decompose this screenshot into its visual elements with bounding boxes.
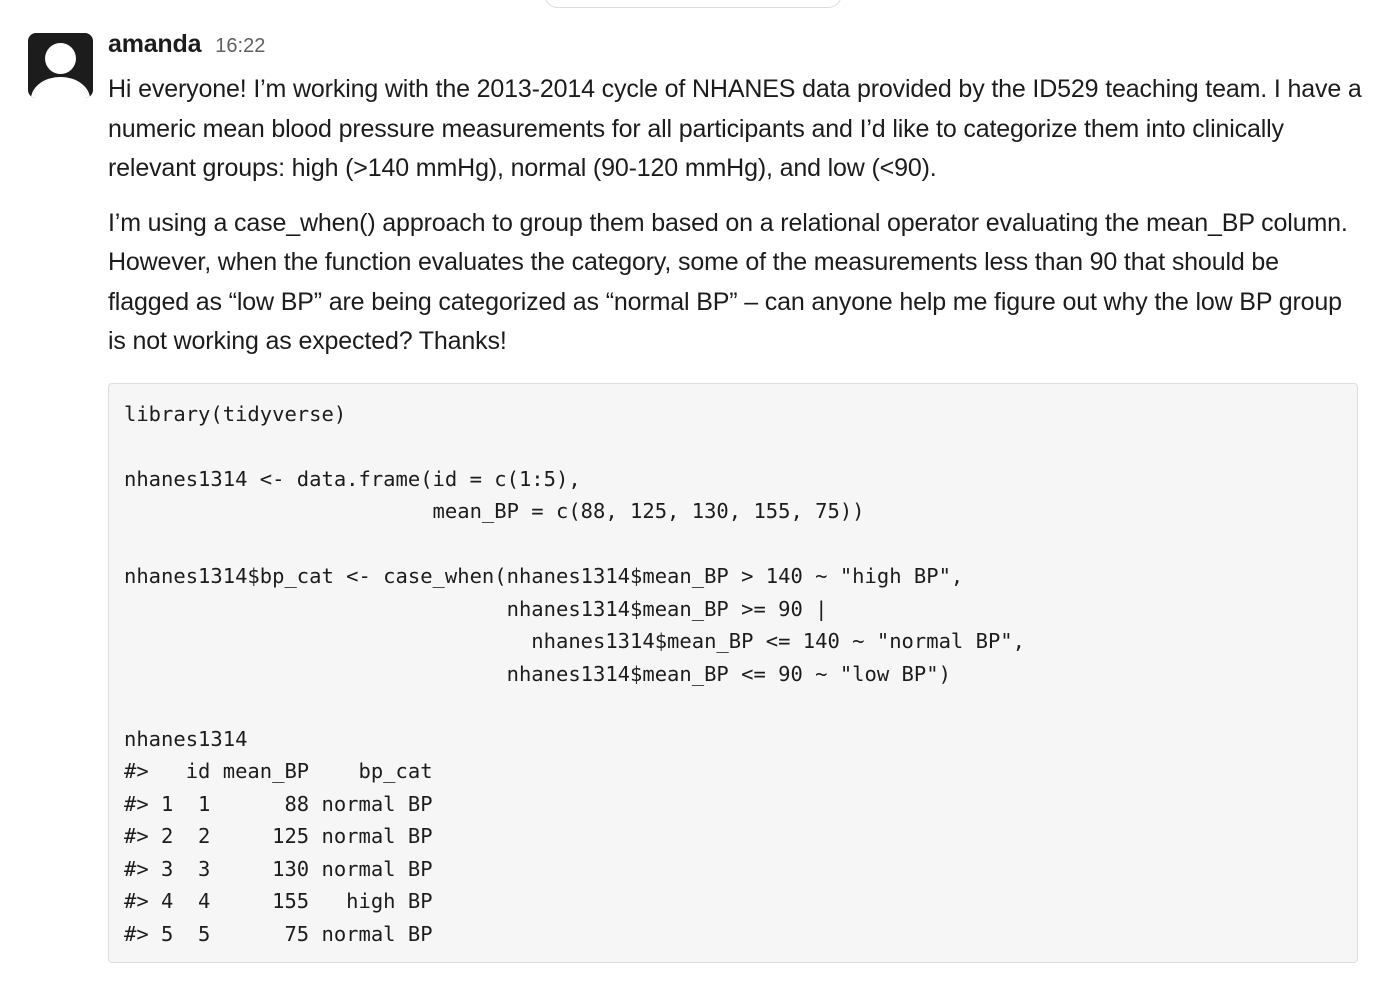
message-paragraph: I’m using a case_when() approach to grou…: [108, 208, 1348, 356]
message: amanda 16:22 Hi everyone! I’m working wi…: [108, 26, 1366, 963]
date-divider-pill[interactable]: [544, 0, 842, 8]
code-line: nhanes1314$mean_BP <= 90 ~ "low BP"): [124, 661, 951, 686]
message-timestamp[interactable]: 16:22: [215, 35, 265, 58]
code-line: #> 1 1 88 normal BP: [124, 791, 433, 816]
code-line: #> 3 3 130 normal BP: [124, 856, 433, 881]
code-line: #> 4 4 155 high BP: [124, 889, 433, 913]
avatar-shoulders-shape: [31, 77, 90, 98]
author-name[interactable]: amanda: [108, 30, 201, 59]
code-line: nhanes1314 <- data.frame(id = c(1:5),: [124, 466, 581, 491]
code-line: mean_BP = c(88, 125, 130, 155, 75)): [124, 499, 865, 523]
code-line: nhanes1314$bp_cat <- case_when(nhanes131…: [124, 564, 964, 588]
code-line: library(tidyverse): [124, 401, 347, 426]
code-line: #> id mean_BP bp_cat: [124, 759, 433, 783]
message-paragraph: Hi everyone! I’m working with the 2013-2…: [108, 75, 1362, 182]
code-line: nhanes1314$mean_BP <= 140 ~ "normal BP",: [124, 629, 1025, 653]
code-line: #> 2 2 125 normal BP: [124, 824, 433, 848]
code-block: library(tidyverse) nhanes1314 <- data.fr…: [108, 382, 1358, 963]
code-line: nhanes1314$mean_BP >= 90 |: [124, 596, 828, 621]
code-line: #> 5 5 75 normal BP: [124, 921, 433, 946]
message-header: amanda 16:22: [108, 26, 1366, 70]
avatar-head-shape: [45, 43, 76, 74]
code-line: nhanes1314: [124, 726, 248, 751]
avatar[interactable]: [28, 33, 93, 98]
